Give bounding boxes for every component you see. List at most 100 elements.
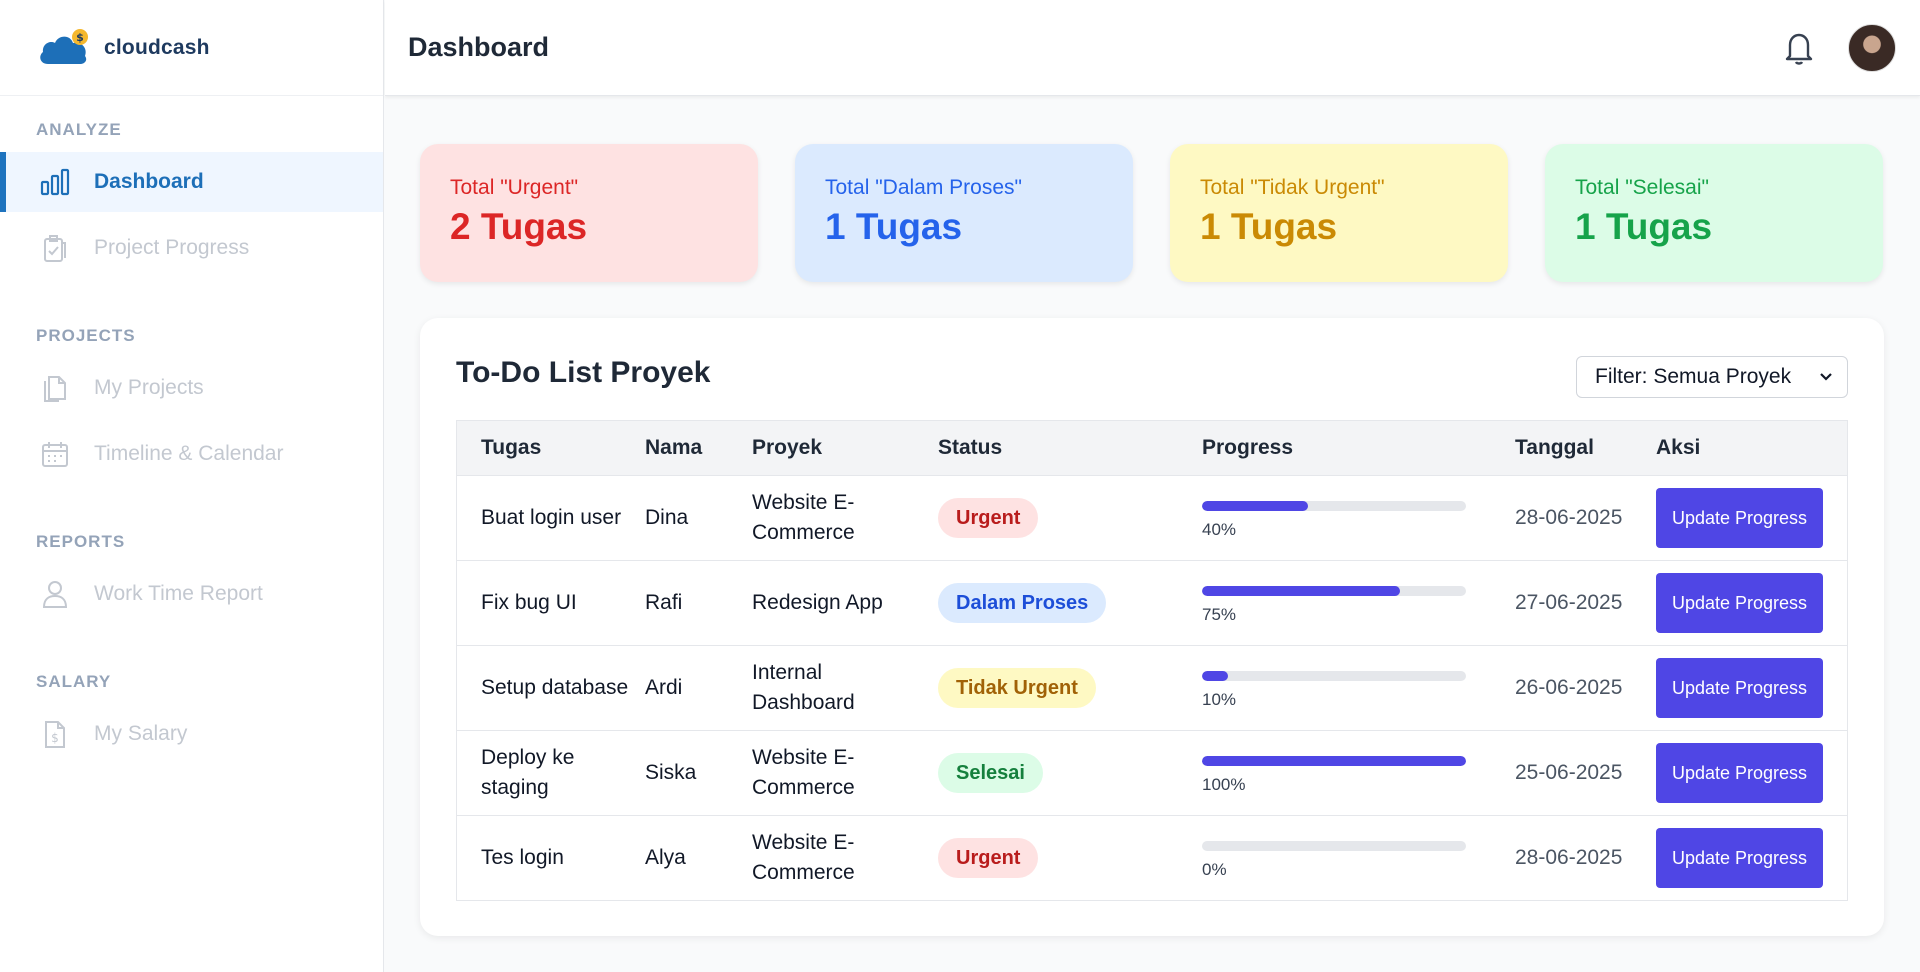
sidebar-item-label: My Projects	[94, 376, 204, 399]
update-progress-button[interactable]: Update Progress	[1656, 743, 1823, 803]
status-cell: Urgent	[938, 476, 1178, 560]
status-cell: Selesai	[938, 731, 1178, 815]
table-header-row: Tugas Nama Proyek Status Progress Tangga…	[457, 421, 1847, 475]
date-cell: 28-06-2025	[1515, 846, 1623, 869]
sidebar-item-label: Dashboard	[94, 170, 204, 193]
sidebar-item-project-progress[interactable]: Project Progress	[0, 218, 383, 278]
table-row: Setup database Ardi Internal Dashboard T…	[457, 645, 1847, 730]
nav-section-reports: REPORTS	[36, 532, 126, 551]
bell-icon[interactable]	[1782, 30, 1816, 66]
column-header-tanggal: Tanggal	[1515, 436, 1594, 459]
progress-label: 40%	[1202, 519, 1237, 539]
progress-bar: 75%	[1202, 582, 1466, 625]
stat-card-value: 2 Tugas	[450, 206, 588, 247]
update-progress-button[interactable]: Update Progress	[1656, 488, 1823, 548]
task-cell: Tes login	[481, 846, 564, 869]
progress-bar: 40%	[1202, 497, 1466, 540]
project-filter-select[interactable]: Filter: Semua Proyek	[1576, 356, 1848, 398]
progress-bar: 100%	[1202, 752, 1466, 795]
progress-cell: 100%	[1202, 731, 1492, 815]
bar-chart-icon	[40, 167, 70, 197]
top-header: Dashboard	[385, 0, 1920, 96]
task-cell: Setup database	[481, 676, 629, 699]
calendar-icon	[40, 439, 70, 469]
status-cell: Tidak Urgent	[938, 646, 1178, 730]
update-progress-button[interactable]: Update Progress	[1656, 828, 1823, 888]
status-badge: Selesai	[938, 753, 1043, 793]
stat-card-urgent: Total "Urgent" 2 Tugas	[420, 144, 758, 282]
date-cell: 28-06-2025	[1515, 506, 1623, 529]
progress-track	[1202, 755, 1466, 766]
table-row: Tes login Alya Website E-Commerce Urgent…	[457, 815, 1847, 900]
column-header-status: Status	[938, 436, 1003, 459]
name-cell: Alya	[645, 846, 686, 869]
todo-table: Tugas Nama Proyek Status Progress Tangga…	[456, 420, 1848, 901]
progress-label: 10%	[1202, 689, 1237, 709]
progress-fill	[1202, 500, 1308, 511]
sidebar: $ cloudcash ANALYZE Dashboard Project Pr…	[0, 0, 384, 972]
nav-section-salary: SALARY	[36, 672, 112, 691]
sidebar-item-dashboard[interactable]: Dashboard	[0, 152, 383, 212]
task-cell: Deploy ke staging	[481, 746, 575, 799]
progress-fill	[1202, 585, 1400, 596]
action-cell: Update Progress	[1656, 476, 1826, 560]
action-cell: Update Progress	[1656, 816, 1826, 900]
nav-section-analyze: ANALYZE	[36, 120, 122, 139]
svg-text:$: $	[51, 731, 59, 745]
sidebar-item-my-projects[interactable]: My Projects	[0, 358, 383, 418]
project-cell: Internal Dashboard	[752, 661, 855, 714]
chevron-down-icon	[1817, 368, 1835, 386]
status-badge: Urgent	[938, 498, 1039, 538]
stat-card-value: 1 Tugas	[825, 206, 963, 247]
update-progress-button[interactable]: Update Progress	[1656, 658, 1823, 718]
cloud-logo-icon: $	[36, 28, 92, 68]
todo-title: To-Do List Proyek	[456, 356, 711, 389]
name-cell: Dina	[645, 506, 689, 529]
column-header-aksi: Aksi	[1656, 436, 1701, 459]
stat-card-tidak-urgent: Total "Tidak Urgent" 1 Tugas	[1170, 144, 1508, 282]
stat-cards: Total "Urgent" 2 Tugas Total "Dalam Pros…	[420, 144, 1884, 282]
progress-track	[1202, 500, 1466, 511]
progress-bar: 0%	[1202, 837, 1466, 880]
progress-track	[1202, 840, 1466, 851]
status-badge: Urgent	[938, 838, 1039, 878]
status-cell: Dalam Proses	[938, 561, 1178, 645]
name-cell: Rafi	[645, 591, 683, 614]
sidebar-item-label: My Salary	[94, 722, 188, 745]
action-cell: Update Progress	[1656, 731, 1826, 815]
sidebar-item-timeline-calendar[interactable]: Timeline & Calendar	[0, 424, 383, 484]
progress-label: 0%	[1202, 859, 1227, 879]
progress-label: 75%	[1202, 604, 1237, 624]
column-header-tugas: Tugas	[481, 436, 542, 459]
sidebar-item-work-time-report[interactable]: Work Time Report	[0, 564, 383, 624]
user-icon	[40, 579, 70, 609]
stat-card-label: Total "Dalam Proses"	[825, 176, 1022, 199]
date-cell: 26-06-2025	[1515, 676, 1623, 699]
name-cell: Siska	[645, 761, 697, 784]
sidebar-item-label: Work Time Report	[94, 582, 263, 605]
stat-card-label: Total "Selesai"	[1575, 176, 1709, 199]
action-cell: Update Progress	[1656, 646, 1826, 730]
page-title: Dashboard	[408, 32, 550, 62]
sidebar-item-label: Project Progress	[94, 236, 250, 259]
sidebar-item-my-salary[interactable]: $ My Salary	[0, 704, 383, 764]
sidebar-item-label: Timeline & Calendar	[94, 442, 284, 465]
column-header-proyek: Proyek	[752, 436, 823, 459]
avatar[interactable]	[1848, 24, 1896, 72]
action-cell: Update Progress	[1656, 561, 1826, 645]
documents-icon	[40, 373, 70, 403]
update-progress-button[interactable]: Update Progress	[1656, 573, 1823, 633]
status-badge: Tidak Urgent	[938, 668, 1096, 708]
logo[interactable]: $ cloudcash	[0, 0, 383, 96]
progress-cell: 0%	[1202, 816, 1492, 900]
project-cell: Website E-Commerce	[752, 746, 855, 799]
column-header-nama: Nama	[645, 436, 703, 459]
nav-section-projects: PROJECTS	[36, 326, 136, 345]
project-cell: Website E-Commerce	[752, 831, 855, 884]
progress-fill	[1202, 670, 1229, 681]
date-cell: 25-06-2025	[1515, 761, 1623, 784]
name-cell: Ardi	[645, 676, 683, 699]
project-cell: Website E-Commerce	[752, 491, 855, 544]
progress-cell: 40%	[1202, 476, 1492, 560]
filter-selected-value: Filter: Semua Proyek	[1595, 365, 1792, 388]
